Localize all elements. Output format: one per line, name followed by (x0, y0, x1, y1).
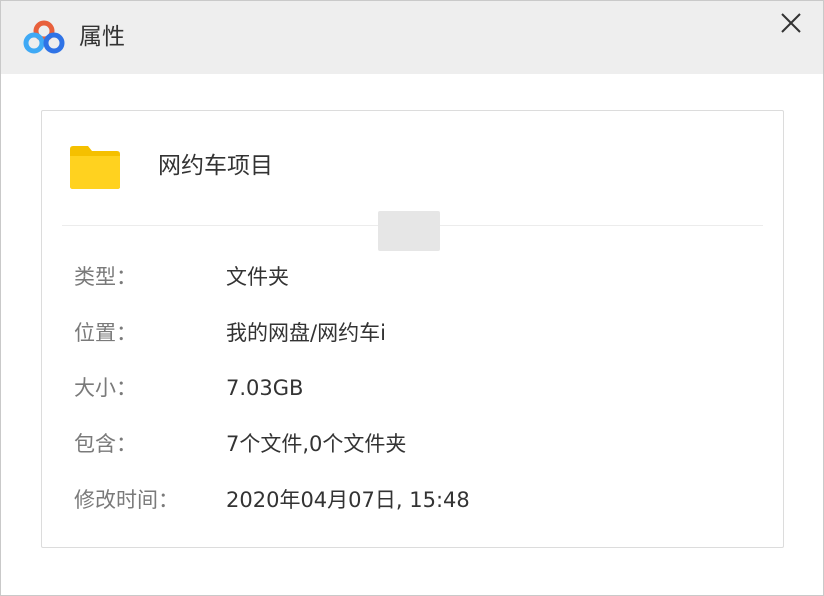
properties-dialog: 属性 网约车项目 类型： 文件夹 位置： 我的网盘/网约车i 大小： 7.03G… (0, 0, 824, 596)
property-label: 修改时间： (74, 488, 179, 512)
property-label: 类型： (74, 265, 137, 289)
property-label: 包含： (74, 432, 137, 456)
folder-icon (70, 146, 120, 189)
property-value: 7个文件,0个文件夹 (226, 432, 407, 456)
item-name: 网约车项目 (158, 153, 273, 179)
property-row-modified: 修改时间： 2020年04月07日, 15:48 (42, 481, 783, 521)
properties-panel: 网约车项目 类型： 文件夹 位置： 我的网盘/网约车i 大小： 7.03GB 包… (41, 110, 784, 548)
app-logo-icon (23, 20, 65, 54)
redaction-block (378, 211, 440, 251)
close-icon[interactable] (771, 5, 811, 43)
property-label: 位置： (74, 321, 137, 345)
property-row-location: 位置： 我的网盘/网约车i (42, 314, 783, 354)
property-value: 我的网盘/网约车i (226, 321, 386, 345)
property-row-contains: 包含： 7个文件,0个文件夹 (42, 425, 783, 465)
title-bar: 属性 (1, 1, 823, 74)
property-row-type: 类型： 文件夹 (42, 258, 783, 298)
property-value: 7.03GB (226, 376, 304, 400)
dialog-title: 属性 (79, 24, 125, 50)
property-row-size: 大小： 7.03GB (42, 369, 783, 409)
property-value: 文件夹 (226, 265, 289, 289)
property-value: 2020年04月07日, 15:48 (226, 488, 470, 512)
property-label: 大小： (74, 376, 137, 400)
